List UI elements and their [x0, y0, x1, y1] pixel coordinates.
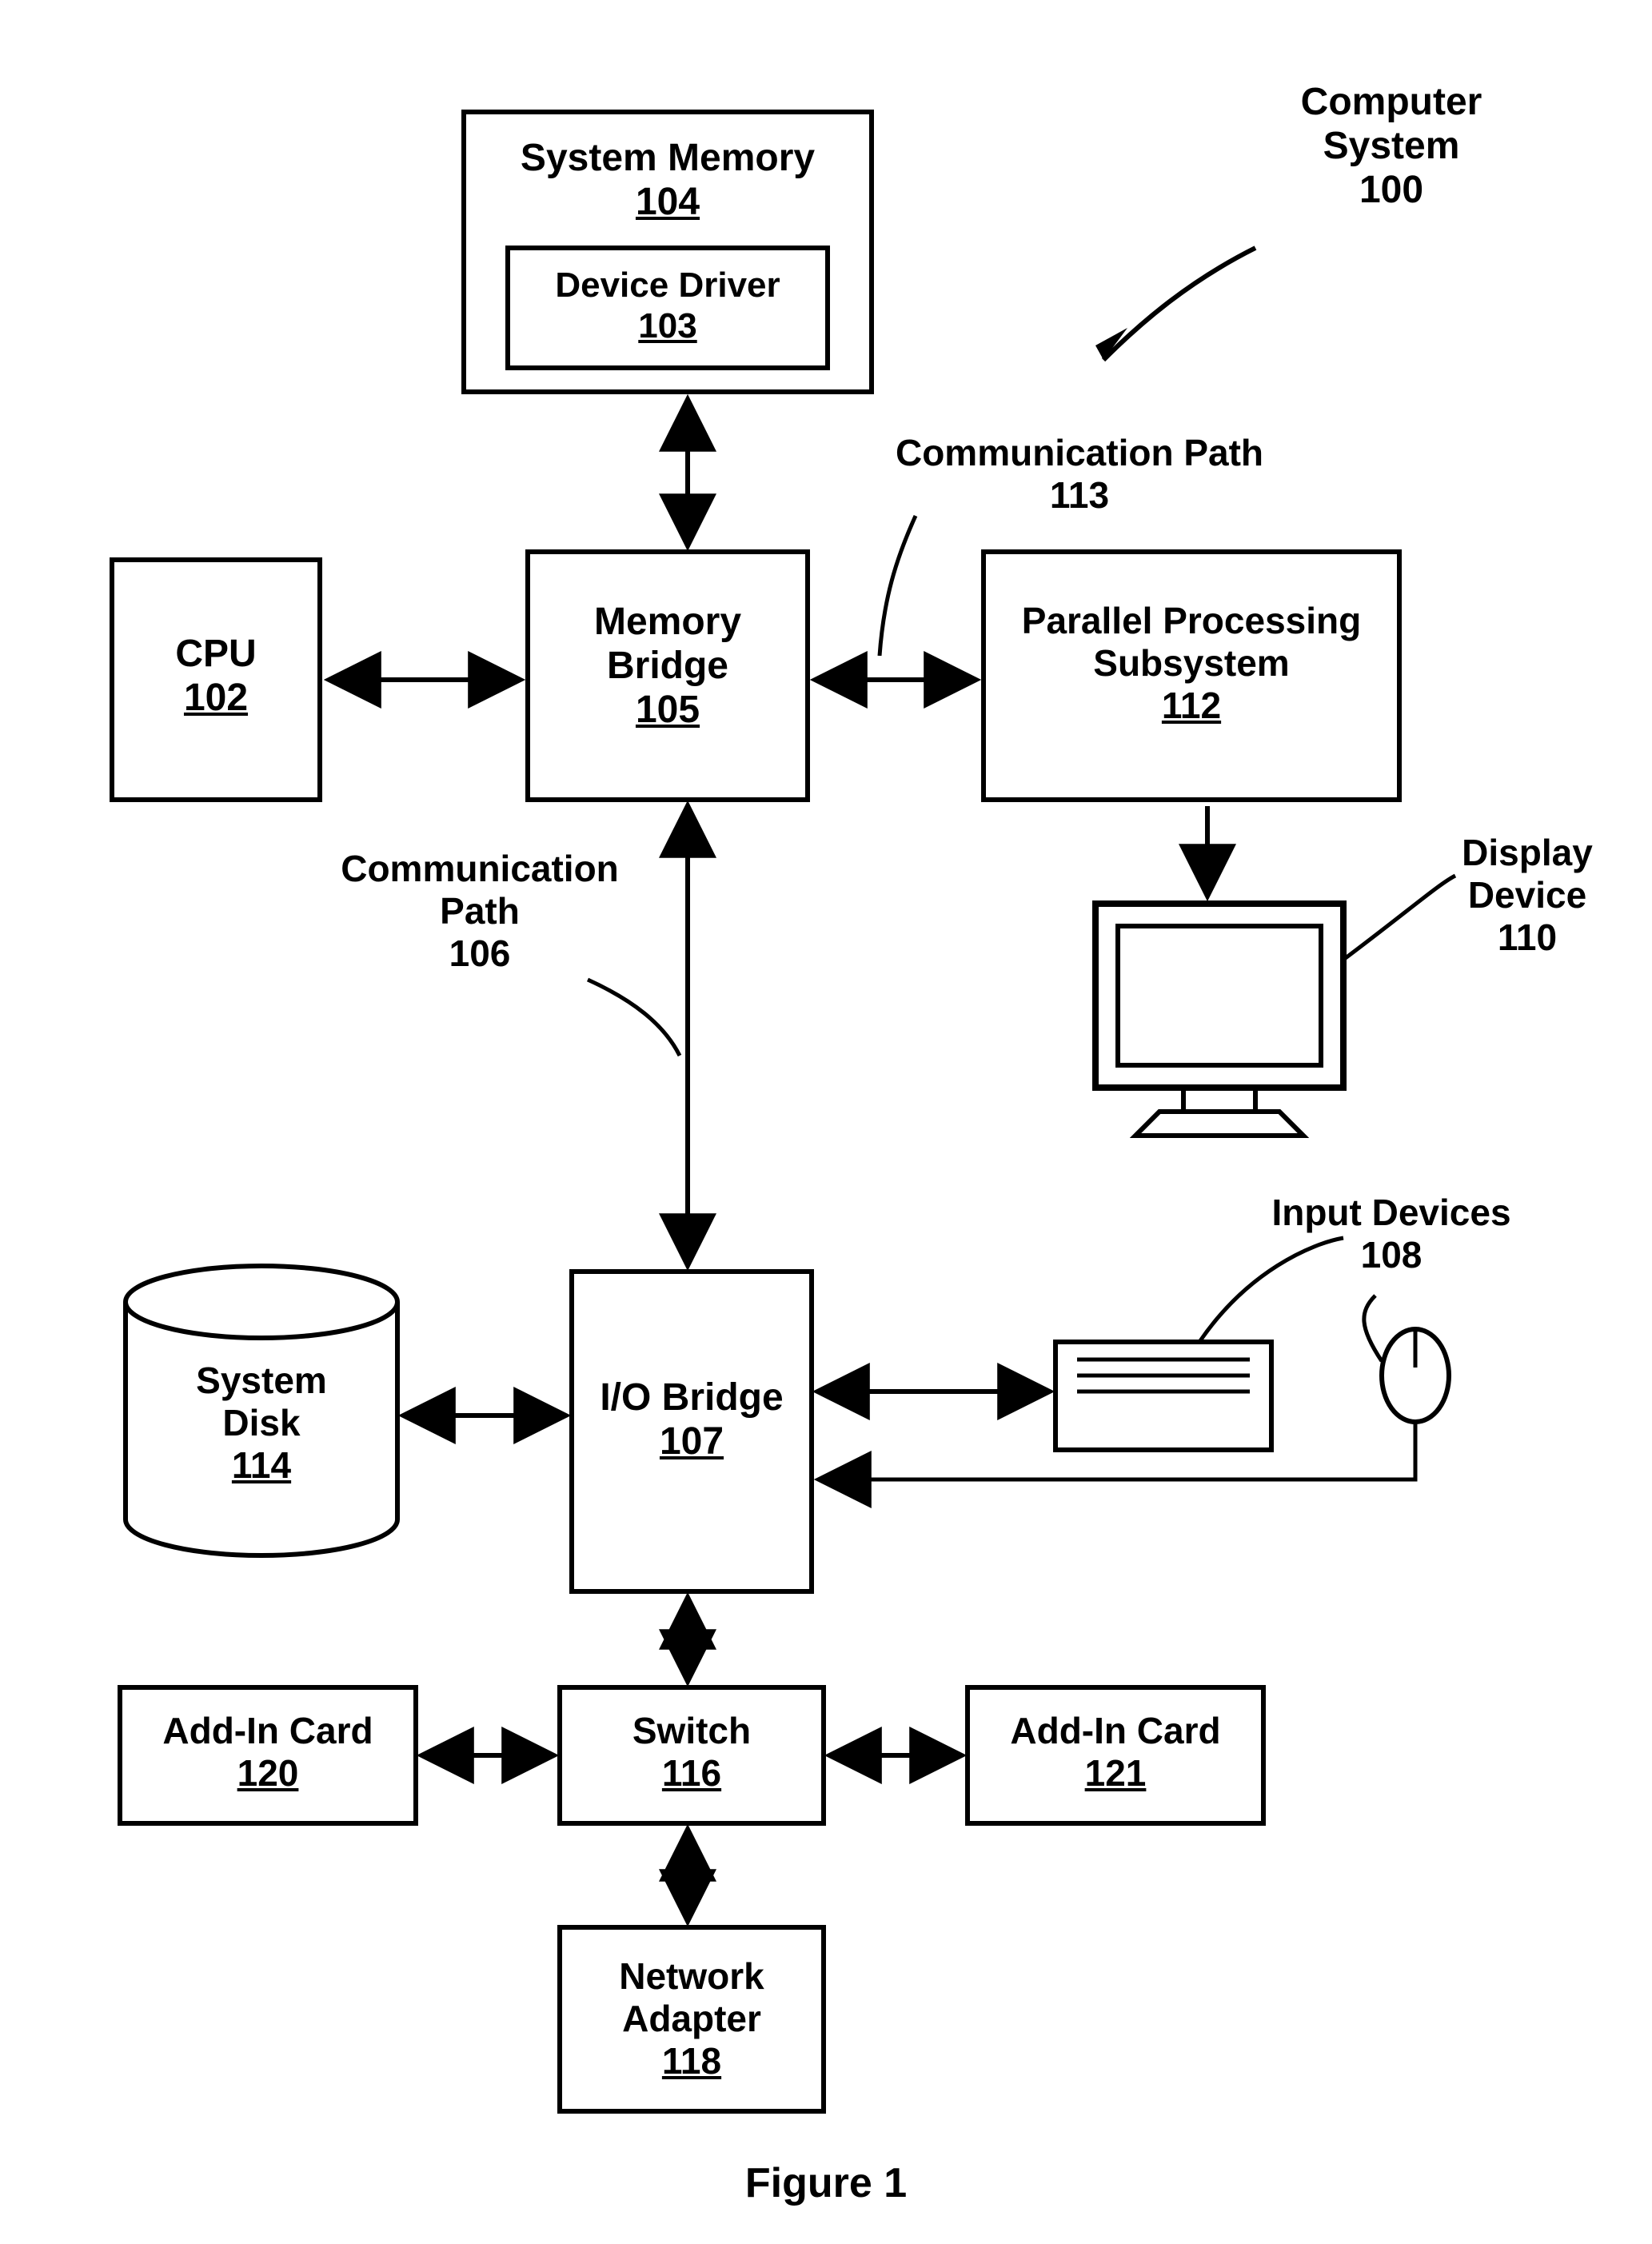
keyboard-icon — [1055, 1342, 1271, 1450]
display-device-icon — [1095, 904, 1343, 1136]
diagram-stage: Computer System 100 System Memory 104 De… — [0, 0, 1652, 2244]
network-adapter-text1: Network — [619, 1955, 764, 1997]
display-text1: Display — [1462, 832, 1593, 873]
system-disk-text1: System — [196, 1360, 327, 1401]
title-leader — [1103, 248, 1255, 360]
io-bridge-label: I/O Bridge 107 — [572, 1376, 812, 1463]
addin-right-text: Add-In Card — [1010, 1710, 1220, 1751]
network-adapter-label: Network Adapter 118 — [560, 1955, 824, 2082]
display-text2: Device — [1468, 874, 1586, 916]
system-memory-num: 104 — [636, 181, 700, 223]
input-devices-num: 108 — [1361, 1234, 1423, 1276]
cpu-text: CPU — [175, 633, 256, 675]
network-adapter-num: 118 — [662, 2040, 721, 2082]
display-device-label: Display Device 110 — [1431, 832, 1623, 959]
comm106-num: 106 — [449, 932, 511, 974]
device-driver-text: Device Driver — [555, 266, 780, 305]
io-bridge-text: I/O Bridge — [600, 1376, 783, 1419]
system-memory-text: System Memory — [521, 137, 815, 179]
io-bridge-num: 107 — [660, 1420, 724, 1463]
comm106-text1: Communication — [341, 848, 619, 889]
pps-text2: Subsystem — [1093, 642, 1289, 684]
comm113-num: 113 — [1050, 474, 1109, 516]
input-devices-label: Input Devices 108 — [1247, 1192, 1535, 1276]
switch-num: 116 — [662, 1752, 721, 1794]
system-disk-text2: Disk — [222, 1402, 300, 1443]
memory-bridge-text2: Bridge — [607, 645, 728, 687]
device-driver-label: Device Driver 103 — [508, 266, 828, 346]
network-adapter-text2: Adapter — [622, 1998, 761, 2039]
comm106-leader — [588, 980, 680, 1056]
memory-bridge-text1: Memory — [594, 601, 741, 643]
title-num: 100 — [1359, 169, 1423, 211]
pps-num: 112 — [1162, 685, 1221, 726]
display-num: 110 — [1498, 916, 1557, 958]
cpu-num: 102 — [184, 677, 248, 719]
comm106-text2: Path — [440, 890, 520, 932]
memory-bridge-num: 105 — [636, 689, 700, 731]
comm113-text: Communication Path — [896, 432, 1263, 473]
title-label: Computer System 100 — [1247, 80, 1535, 213]
title-line2: System — [1323, 125, 1460, 167]
switch-label: Switch 116 — [560, 1710, 824, 1795]
switch-text: Switch — [632, 1710, 751, 1751]
comm-path-106-label: Communication Path 106 — [320, 848, 640, 975]
addin-right-num: 121 — [1085, 1752, 1147, 1794]
title-line1: Computer — [1301, 81, 1482, 123]
addin-left-text: Add-In Card — [162, 1710, 373, 1751]
pps-label: Parallel Processing Subsystem 112 — [984, 600, 1399, 727]
input-devices-text: Input Devices — [1271, 1192, 1510, 1233]
mouse-icon — [1364, 1296, 1449, 1422]
comm-path-113-label: Communication Path 113 — [872, 432, 1287, 517]
device-driver-num: 103 — [638, 306, 696, 345]
figure-caption: Figure 1 — [0, 2159, 1652, 2207]
pps-text1: Parallel Processing — [1022, 600, 1361, 641]
addin-left-label: Add-In Card 120 — [120, 1710, 416, 1795]
cpu-label: CPU 102 — [112, 632, 320, 720]
addin-right-label: Add-In Card 121 — [968, 1710, 1263, 1795]
system-disk-label: System Disk 114 — [126, 1360, 397, 1487]
addin-left-num: 120 — [237, 1752, 299, 1794]
comm113-leader — [880, 516, 916, 656]
system-disk-num: 114 — [232, 1444, 291, 1486]
system-memory-label: System Memory 104 — [464, 136, 872, 224]
memory-bridge-label: Memory Bridge 105 — [528, 600, 808, 733]
figure-caption-text: Figure 1 — [745, 2160, 907, 2206]
